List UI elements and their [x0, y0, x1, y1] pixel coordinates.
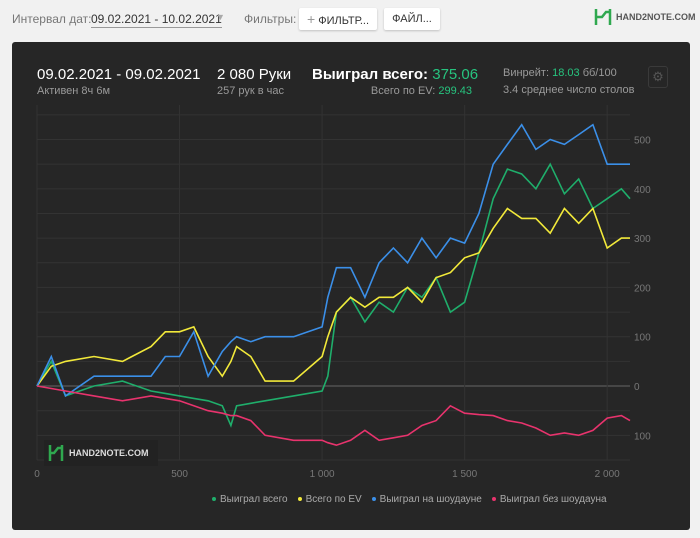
legend-label: Выиграл всего	[220, 494, 288, 505]
legend-label: Выиграл без шоудауна	[499, 494, 607, 505]
hand2note-logo-icon	[594, 9, 612, 25]
legend-item[interactable]: Выиграл на шоудауне	[371, 494, 482, 505]
watermark-text: HAND2NOTE.COM	[69, 448, 149, 458]
chart-legend: Выиграл всего Всего по EV Выиграл на шоуда…	[212, 494, 607, 505]
series-line-1	[36, 207, 630, 387]
graph-card: 09.02.2021 - 09.02.2021 Активен 8ч 6м 2 …	[12, 42, 690, 530]
interval-label: Интервал дат:	[12, 12, 92, 26]
x-tick-label: 500	[171, 469, 188, 480]
legend-dot-icon	[371, 497, 376, 502]
chevron-down-icon[interactable]: ▼	[216, 12, 225, 22]
add-filter-button[interactable]: + ФИЛЬТР...	[299, 8, 377, 30]
legend-dot-icon	[297, 497, 302, 502]
y-tick-label: 0	[634, 382, 640, 393]
y-tick-label: 500	[634, 136, 651, 147]
y-tick-label: 100	[634, 333, 651, 344]
series-line-3	[36, 385, 631, 447]
hand2note-logo-icon	[48, 445, 64, 461]
legend-item[interactable]: Выиграл без шоудауна	[491, 494, 607, 505]
y-tick-label: 400	[634, 185, 651, 196]
legend-dot-icon	[491, 497, 496, 502]
y-tick-label: 200	[634, 283, 651, 294]
watermark: HAND2NOTE.COM	[44, 440, 158, 466]
series-line-2	[36, 123, 630, 398]
y-tick-label: 300	[634, 234, 651, 245]
logo-text: HAND2NOTE.COM	[616, 12, 696, 22]
toolbar: Интервал дат: 09.02.2021 - 10.02.2021 ▼ …	[0, 0, 700, 38]
filter-button-label: ФИЛЬТР...	[318, 15, 370, 27]
legend-item[interactable]: Всего по EV	[297, 494, 362, 505]
file-button[interactable]: ФАЙЛ...	[384, 8, 440, 30]
date-interval-select[interactable]: 09.02.2021 - 10.02.2021	[91, 12, 222, 28]
x-tick-label: 2 000	[595, 469, 620, 480]
plus-icon: +	[307, 11, 316, 27]
profit-chart: 0 500 1 000 1 500 2 0001000100200300400500	[34, 105, 651, 480]
filters-label: Фильтры:	[244, 12, 297, 26]
legend-dot-icon	[212, 497, 216, 502]
brand-logo: HAND2NOTE.COM	[594, 8, 696, 26]
legend-label: Выиграл на шоудауне	[379, 494, 482, 505]
legend-label: Всего по EV	[305, 494, 362, 505]
y-tick-label: 100	[634, 431, 651, 442]
x-tick-label: 1 000	[310, 469, 335, 480]
x-tick-label: 0	[34, 469, 40, 480]
x-tick-label: 1 500	[452, 469, 477, 480]
legend-item[interactable]: Выиграл всего	[212, 494, 288, 505]
